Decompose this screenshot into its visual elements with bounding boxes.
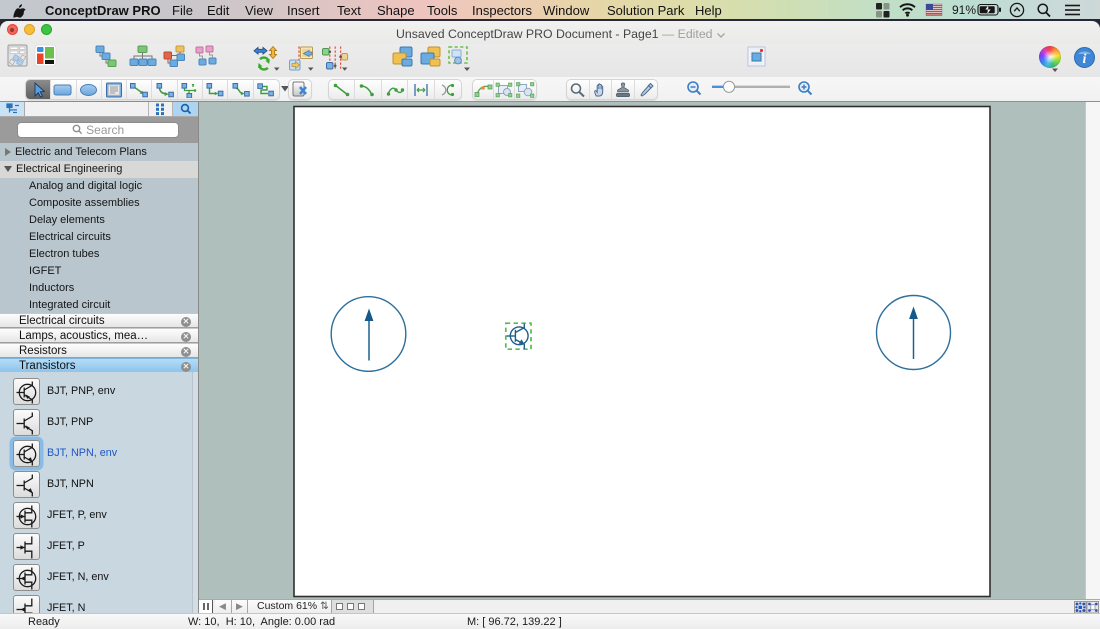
svg-text:91%: 91%	[952, 3, 976, 17]
svg-text:i: i	[1083, 52, 1087, 67]
